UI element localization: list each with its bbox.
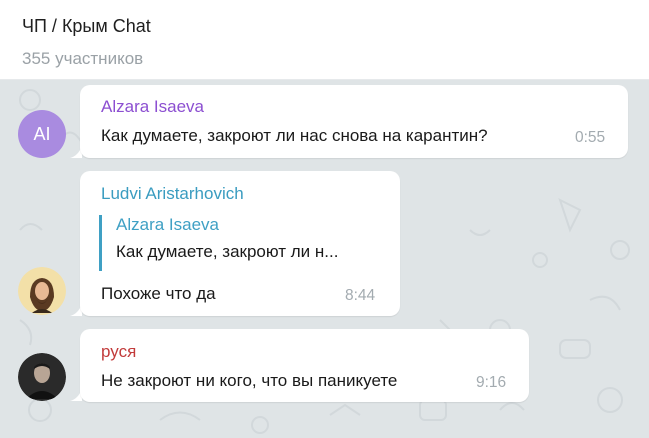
message-bubble[interactable]: Alzara Isaeva Как думаете, закроют ли на… (80, 85, 628, 158)
man-photo-avatar-icon (18, 353, 66, 401)
message-sender[interactable]: руся (101, 342, 136, 362)
avatar-ludvi[interactable] (18, 267, 66, 315)
message-text: Похоже что да (101, 284, 216, 303)
message-time: 0:55 (575, 129, 606, 146)
reply-text: Как думаете, закроют ли н... (116, 242, 339, 261)
message-time: 9:16 (476, 374, 507, 391)
message-text: Как думаете, закроют ли нас снова на кар… (101, 126, 488, 145)
reply-sender: Alzara Isaeva (116, 215, 219, 234)
message-sender[interactable]: Alzara Isaeva (101, 97, 204, 117)
chat-header[interactable]: ЧП / Крым Chat 355 участников (0, 0, 649, 80)
bearded-man-avatar-icon (18, 267, 66, 315)
reply-preview[interactable]: Alzara Isaeva Как думаете, закроют ли н.… (99, 215, 379, 271)
message-bubble[interactable]: Ludvi Aristarhovich Alzara Isaeva Как ду… (80, 171, 400, 316)
avatar-rusya[interactable] (18, 353, 66, 401)
avatar-alzara[interactable]: AI (18, 110, 66, 158)
message-text: Не закроют ни кого, что вы паникуете (101, 371, 398, 390)
avatar-initials: AI (33, 123, 51, 144)
message-bubble[interactable]: руся Не закроют ни кого, что вы паникует… (80, 329, 529, 402)
message-time: 8:44 (345, 287, 376, 304)
message-sender[interactable]: Ludvi Aristarhovich (101, 184, 244, 204)
chat-member-count: 355 участников (22, 49, 144, 68)
message-feed[interactable]: AI Alzara Isaeva Как думаете, закроют ли… (0, 80, 649, 438)
chat-title: ЧП / Крым Chat (22, 16, 151, 36)
